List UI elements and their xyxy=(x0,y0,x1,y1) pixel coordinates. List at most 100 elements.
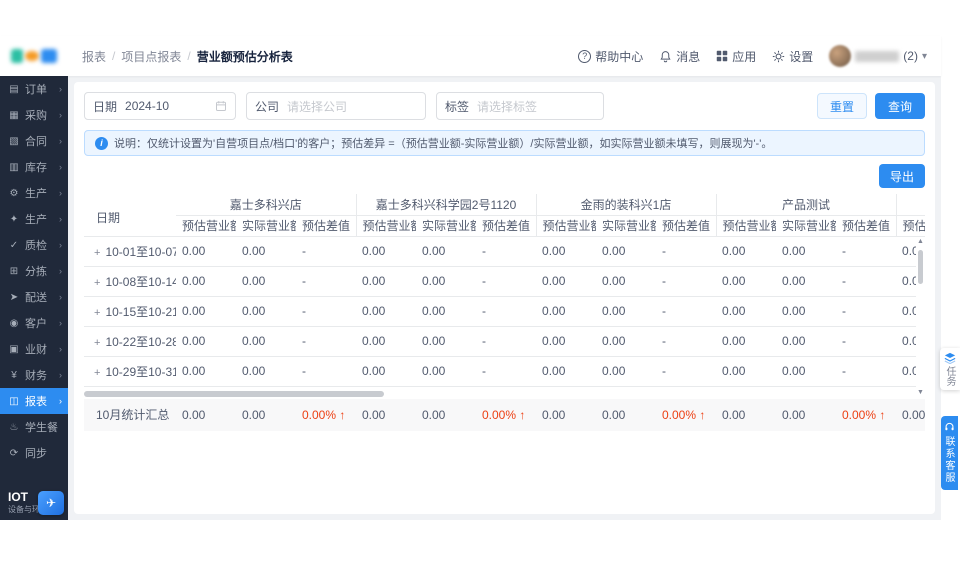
summary-cell: 0.00% ↑ xyxy=(656,398,716,431)
cell-value: - xyxy=(296,356,356,387)
cell-value: 0.00 xyxy=(776,326,837,357)
cell-value: 0.00 xyxy=(356,296,416,327)
sidebar-item-9[interactable]: ◉ 客户 › xyxy=(0,310,68,336)
reset-button[interactable]: 重置 xyxy=(816,93,867,119)
horizontal-scrollbar[interactable]: › xyxy=(84,388,925,399)
expand-toggle[interactable]: + xyxy=(94,277,100,289)
messages-button[interactable]: 消息 xyxy=(659,48,700,65)
sub-header: 预估差值 xyxy=(296,215,357,237)
cell-value: - xyxy=(476,356,537,387)
sidebar-item-12[interactable]: ◫ 报表 › xyxy=(0,388,68,414)
export-button[interactable]: 导出 xyxy=(878,164,925,188)
cell-value: 0.00 xyxy=(176,266,236,297)
row-date: 10-01至10-07 xyxy=(105,244,176,259)
user-menu[interactable]: (2) ▾ xyxy=(829,45,927,67)
chevron-right-icon: › xyxy=(59,318,62,328)
cell-value: 0.00 xyxy=(776,356,837,387)
iot-section[interactable]: IOT 设备与环境 ✈ xyxy=(0,486,68,520)
sidebar-item-2[interactable]: ▧ 合同 › xyxy=(0,128,68,154)
help-center-button[interactable]: ? 帮助中心 xyxy=(578,48,643,65)
row-date: 10-29至10-31 xyxy=(105,364,176,379)
cell-value: 0.00 xyxy=(596,326,657,357)
cell-value: 0.00 xyxy=(236,236,296,267)
sorting-icon: ⊞ xyxy=(9,265,19,277)
cell-value: - xyxy=(836,356,897,387)
sub-header: 预估营业额 xyxy=(356,215,416,237)
sidebar-item-4[interactable]: ⚙ 生产 › xyxy=(0,180,68,206)
v-scroll-thumb[interactable] xyxy=(918,250,923,284)
iot-device-icon[interactable]: ✈ xyxy=(38,491,64,515)
logo-shape-teal xyxy=(11,49,23,63)
sidebar-item-11[interactable]: ¥ 财务 › xyxy=(0,362,68,388)
tag-select[interactable]: 标签 请选择标签 xyxy=(436,92,604,120)
company-select[interactable]: 公司 请选择公司 xyxy=(246,92,426,120)
contact-support-widget[interactable]: 联系客服 xyxy=(941,416,958,490)
expand-toggle[interactable]: + xyxy=(94,307,100,319)
sub-header: 预估营业额 xyxy=(176,215,236,237)
sidebar-item-label: 质检 xyxy=(25,240,47,252)
sidebar-item-label: 客户 xyxy=(25,318,47,330)
summary-cell: 0.00 xyxy=(716,398,776,431)
export-row: 导出 xyxy=(84,164,925,188)
logo-shape-blue xyxy=(41,49,57,63)
scroll-down-arrow[interactable]: ▼ xyxy=(916,389,925,396)
cell-value: 0.00 xyxy=(716,356,777,387)
sidebar-item-14[interactable]: ⟳ 同步 xyxy=(0,440,68,466)
breadcrumb-item[interactable]: 报表 xyxy=(82,48,106,65)
cell-value: 0.00 xyxy=(236,266,296,297)
sidebar-item-0[interactable]: ▤ 订单 › xyxy=(0,76,68,102)
cell-value: - xyxy=(296,326,356,357)
cell-value: 0.00 xyxy=(176,326,236,357)
sidebar-item-label: 同步 xyxy=(25,448,47,460)
cell-value: - xyxy=(656,266,717,297)
summary-cell: 0.00% ↑ xyxy=(296,398,356,431)
scroll-up-arrow[interactable]: ▲ xyxy=(916,238,925,245)
sidebar-item-6[interactable]: ✓ 质检 › xyxy=(0,232,68,258)
sidebar-item-13[interactable]: ♨ 学生餐 xyxy=(0,414,68,440)
sidebar-item-10[interactable]: ▣ 业财 › xyxy=(0,336,68,362)
date-picker[interactable]: 日期 2024-10 xyxy=(84,92,236,120)
sidebar-item-label: 分拣 xyxy=(25,266,47,278)
chevron-right-icon: › xyxy=(59,396,62,406)
finance-icon: ¥ xyxy=(11,369,17,381)
expand-toggle[interactable]: + xyxy=(94,247,100,259)
h-scroll-thumb[interactable] xyxy=(84,390,384,397)
grid-icon xyxy=(717,50,728,62)
summary-cell: 0.00 xyxy=(776,398,836,431)
vertical-scrollbar[interactable]: ▲ ▼ xyxy=(916,238,925,396)
cell-value: 0.00 xyxy=(716,266,777,297)
chevron-right-icon: › xyxy=(59,266,62,276)
cell-value: - xyxy=(836,296,897,327)
filter-actions: 重置 查询 xyxy=(816,93,925,119)
settings-button[interactable]: 设置 xyxy=(772,48,813,65)
sub-header: 预估营业额 xyxy=(536,215,597,237)
cell-value: 0.00 xyxy=(356,326,416,357)
app-logo[interactable] xyxy=(0,36,68,76)
sidebar-item-5[interactable]: ✦ 生产 › xyxy=(0,206,68,232)
sidebar-item-label: 生产 xyxy=(25,188,47,200)
expand-toggle[interactable]: + xyxy=(94,337,100,349)
sidebar-item-7[interactable]: ⊞ 分拣 › xyxy=(0,258,68,284)
sidebar-item-1[interactable]: ▦ 采购 › xyxy=(0,102,68,128)
sidebar-item-label: 财务 xyxy=(25,370,47,382)
content-card: 日期 2024-10 公司 请选择公司 标签 请选择标签 重置 查询 i 说明：… xyxy=(74,82,935,514)
row-date: 10-08至10-14 xyxy=(105,274,176,289)
expand-toggle[interactable]: + xyxy=(94,367,100,379)
cell-value: - xyxy=(656,356,717,387)
task-widget[interactable]: 任务 xyxy=(940,348,960,390)
breadcrumb-separator: / xyxy=(112,49,116,63)
tag-placeholder: 请选择标签 xyxy=(477,99,538,114)
apps-button[interactable]: 应用 xyxy=(716,48,756,65)
sidebar-item-8[interactable]: ➤ 配送 › xyxy=(0,284,68,310)
sidebar-item-3[interactable]: ▥ 库存 › xyxy=(0,154,68,180)
cell-value: 0.00 xyxy=(236,326,296,357)
query-button[interactable]: 查询 xyxy=(874,93,925,119)
logo-shape-orange xyxy=(25,51,39,61)
table-row: +10-29至10-31 0.00 0.00-0.00 0.00-0.00 0.00-0… xyxy=(84,356,925,387)
data-table-wrap: 日期嘉士多科兴店嘉士多科兴科学园2号1120金雨的装科兴1店产品测试预估营业额实… xyxy=(84,194,925,431)
cell-value: 0.00 xyxy=(536,356,597,387)
breadcrumb-item[interactable]: 项目点报表 xyxy=(121,48,181,65)
contact-support-label: 联系客服 xyxy=(943,436,954,484)
cell-value: - xyxy=(836,266,897,297)
table-row: +10-15至10-21 0.00 0.00-0.00 0.00-0.00 0.00-0… xyxy=(84,296,925,327)
